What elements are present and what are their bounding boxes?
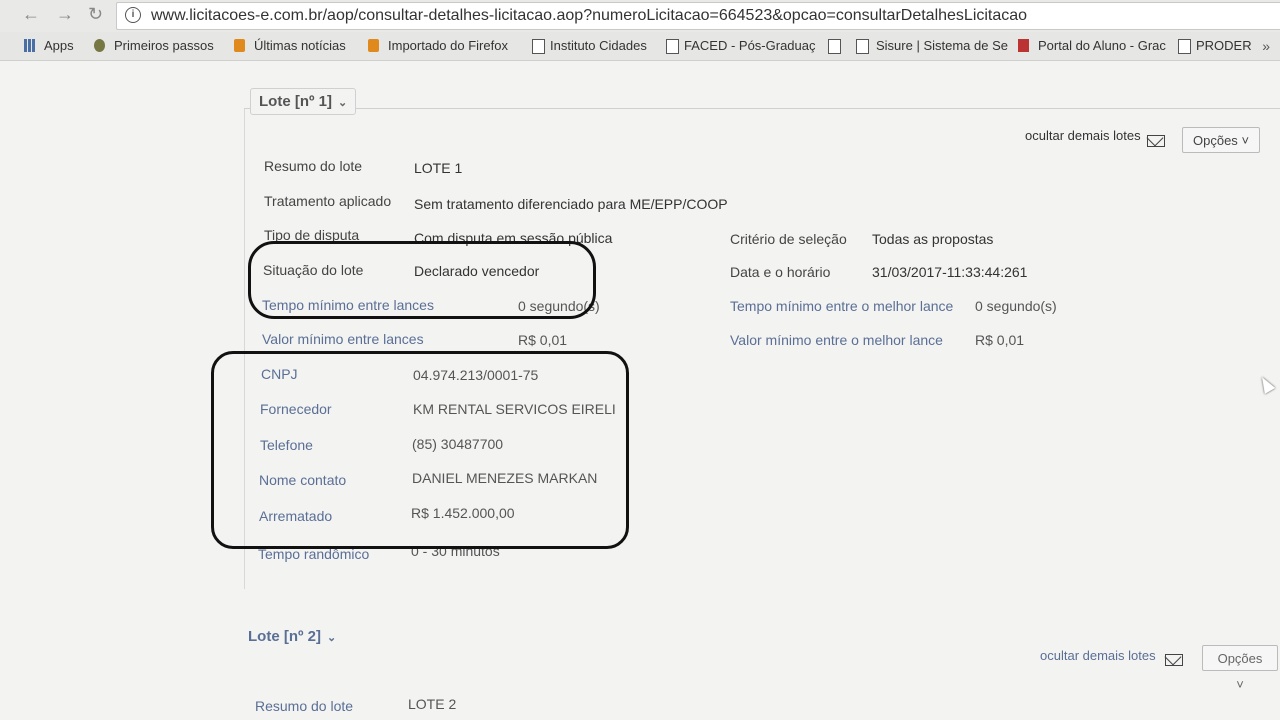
tempo-melhor-value: 0 segundo(s) [975,298,1057,314]
situacao-label: Situação do lote [263,262,364,278]
tempo-lances-label: Tempo mínimo entre lances [262,297,434,313]
resumo-value: LOTE 1 [414,160,463,176]
situacao-value: Declarado vencedor [414,263,540,279]
options-button[interactable]: Opções ˅ [1182,127,1261,153]
tipo-disputa-label: Tipo de disputa [264,227,360,243]
valor-melhor-label: Valor mínimo entre o melhor lance [730,332,943,348]
url-text: www.licitacoes-e.com.br/aop/consultar-de… [151,7,1028,24]
bookmark-faced[interactable]: FACED - Pós-Graduaç [684,38,816,53]
valor-lances-label: Valor mínimo entre lances [262,331,424,347]
address-bar: ← → ↻ i www.licitacoes-e.com.br/aop/cons… [0,0,1280,32]
chevron-down-icon: ⌄ [337,97,348,109]
tratamento-value: Sem tratamento diferenciado para ME/EPP/… [414,196,728,212]
chevron-down-icon: ˅ [1236,677,1244,692]
url-field[interactable]: i www.licitacoes-e.com.br/aop/consultar-… [116,2,1280,30]
forward-icon[interactable]: → [56,4,74,25]
bookmark-importado-firefox[interactable]: Importado do Firefox [388,38,508,53]
bookmarks-bar: Apps Primeiros passos Últimas notícias I… [0,32,1280,61]
options-label: Opções [1193,133,1238,148]
page-icon[interactable] [828,39,841,54]
bookmark-instituto-cidades[interactable]: Instituto Cidades [550,38,647,53]
page-icon [856,39,869,54]
portal-icon [1018,39,1029,52]
lote-2-title: Lote [nº 2] [248,628,321,645]
mail-icon[interactable] [1147,135,1165,147]
bookmark-proder[interactable]: PRODER [1196,38,1252,53]
bookmark-primeiros-passos[interactable]: Primeiros passos [114,38,214,53]
lote-1-title: Lote [nº 1] [259,93,332,110]
folder-icon [234,39,245,52]
lote-1-panel [244,108,1280,589]
apps-icon [24,39,35,52]
data-horario-value: 31/03/2017-11:33:44:261 [872,264,1028,280]
criterio-label: Critério de seleção [730,231,847,247]
telefone-value: (85) 30487700 [412,436,504,452]
tratamento-label: Tratamento aplicado [264,193,392,209]
bookmark-ultimas-noticias[interactable]: Últimas notícias [254,38,346,53]
info-icon[interactable]: i [125,7,141,23]
bookmark-portal-aluno[interactable]: Portal do Aluno - Grac [1038,38,1166,53]
cnpj-value: 04.974.213/0001-75 [413,367,539,383]
tipo-disputa-value: Com disputa em sessão pública [414,230,613,246]
bookmark-icon [94,39,105,52]
data-horario-label: Data e o horário [730,264,831,280]
valor-melhor-value: R$ 0,01 [975,332,1025,348]
randomico-label: Tempo randômico [258,546,370,562]
tempo-melhor-label: Tempo mínimo entre o melhor lance [730,298,954,314]
bookmark-sisure[interactable]: Sisure | Sistema de Se [876,38,1008,53]
page-icon [532,39,545,54]
chevron-down-icon: ˅ [1241,133,1250,148]
folder-icon [368,39,379,52]
contato-label: Nome contato [259,472,347,488]
resumo-label-2: Resumo do lote [255,698,354,714]
arrematado-label: Arrematado [259,508,333,524]
fornecedor-value: KM RENTAL SERVICOS EIRELI [413,401,616,417]
hide-other-lots-link[interactable]: ocultar demais lotes [1025,128,1141,143]
criterio-value: Todas as propostas [872,231,994,247]
mail-icon[interactable] [1165,654,1183,666]
reload-icon[interactable]: ↻ [88,4,103,25]
randomico-value: 0 - 30 minutos [411,543,500,559]
chevron-down-icon: ⌄ [326,632,337,644]
back-icon[interactable]: ← [22,4,40,25]
page-icon [666,39,679,54]
tempo-lances-value: 0 segundo(s) [518,298,600,314]
options-button-2[interactable]: Opções ˅ [1202,645,1278,692]
fornecedor-label: Fornecedor [260,401,332,417]
lote-1-toggle[interactable]: Lote [nº 1] ⌄ [250,88,357,115]
resumo-value-2: LOTE 2 [408,696,457,712]
chevron-right-icon[interactable]: » [1262,38,1270,54]
options-label: Opções [1217,651,1263,666]
hide-other-lots-link-2[interactable]: ocultar demais lotes [1040,648,1156,663]
page-icon [1178,39,1191,54]
telefone-label: Telefone [260,437,313,453]
valor-lances-value: R$ 0,01 [518,332,568,348]
cnpj-label: CNPJ [261,366,298,382]
arrematado-value: R$ 1.452.000,00 [411,505,515,521]
resumo-label: Resumo do lote [264,158,363,174]
bookmark-apps[interactable]: Apps [44,38,74,53]
lote-2-toggle[interactable]: Lote [nº 2] ⌄ [240,624,345,649]
contato-value: DANIEL MENEZES MARKAN [412,470,598,486]
